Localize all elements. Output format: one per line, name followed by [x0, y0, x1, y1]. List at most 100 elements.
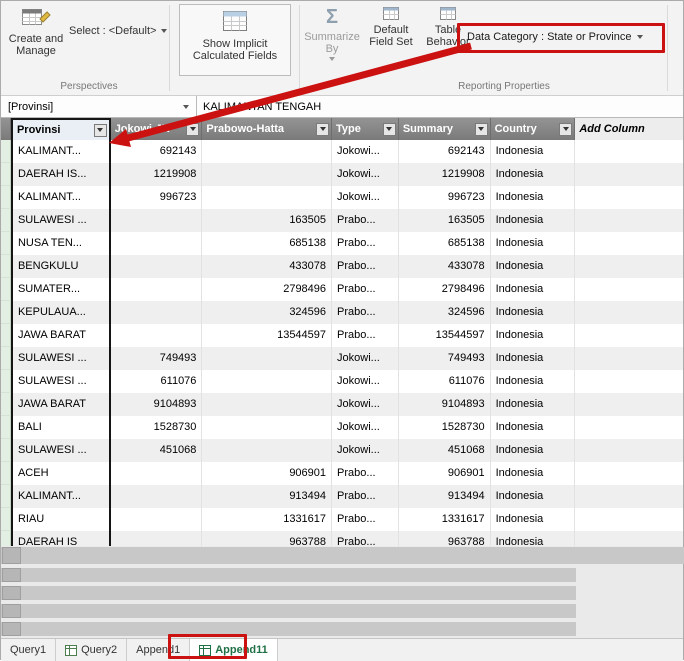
cell-summary[interactable]: 13544597 [399, 324, 491, 347]
cell-summary[interactable]: 2798496 [399, 278, 491, 301]
row-selector[interactable] [1, 140, 11, 163]
cell-country[interactable]: Indonesia [491, 439, 576, 462]
calc-row-header[interactable] [2, 622, 21, 636]
cell-add-column[interactable] [575, 531, 683, 546]
cell-provinsi[interactable]: KALIMANT... [11, 140, 111, 163]
cell-country[interactable]: Indonesia [491, 416, 576, 439]
cell-prabowo[interactable]: 913494 [202, 485, 332, 508]
cell-prabowo[interactable] [202, 370, 332, 393]
calc-row[interactable] [1, 586, 576, 600]
cell-summary[interactable]: 611076 [399, 370, 491, 393]
cell-type[interactable]: Prabo... [332, 462, 399, 485]
row-selector[interactable] [1, 163, 11, 186]
cell-country[interactable]: Indonesia [491, 140, 576, 163]
cell-jokowi[interactable]: 692143 [111, 140, 203, 163]
cell-add-column[interactable] [575, 508, 683, 531]
cell-country[interactable]: Indonesia [491, 278, 576, 301]
cell-type[interactable]: Prabo... [332, 485, 399, 508]
calc-row[interactable] [1, 604, 576, 618]
cell-summary[interactable]: 913494 [399, 485, 491, 508]
cell-jokowi[interactable]: 451068 [111, 439, 203, 462]
cell-add-column[interactable] [575, 324, 683, 347]
cell-provinsi[interactable]: DAERAH IS [11, 531, 111, 546]
cell-jokowi[interactable] [111, 301, 203, 324]
cell-prabowo[interactable]: 2798496 [202, 278, 332, 301]
cell-add-column[interactable] [575, 209, 683, 232]
cell-provinsi[interactable]: SULAWESI ... [11, 347, 111, 370]
row-selector[interactable] [1, 324, 11, 347]
cell-type[interactable]: Prabo... [332, 209, 399, 232]
sheet-tab-append1[interactable]: Append1 [127, 639, 190, 661]
cell-summary[interactable]: 906901 [399, 462, 491, 485]
cell-prabowo[interactable]: 163505 [202, 209, 332, 232]
cell-country[interactable]: Indonesia [491, 209, 576, 232]
cell-prabowo[interactable] [202, 416, 332, 439]
cell-jokowi[interactable]: 9104893 [111, 393, 203, 416]
cell-jokowi[interactable] [111, 462, 203, 485]
cell-summary[interactable]: 1528730 [399, 416, 491, 439]
row-selector[interactable] [1, 439, 11, 462]
cell-provinsi[interactable]: SULAWESI ... [11, 370, 111, 393]
cell-country[interactable]: Indonesia [491, 186, 576, 209]
cell-jokowi[interactable]: 996723 [111, 186, 203, 209]
cell-prabowo[interactable]: 433078 [202, 255, 332, 278]
cell-summary[interactable]: 451068 [399, 439, 491, 462]
row-selector[interactable] [1, 416, 11, 439]
create-and-manage-button[interactable]: Create and Manage [5, 6, 67, 57]
column-header-add-column[interactable]: Add Column [575, 118, 683, 140]
sheet-tab-append11[interactable]: Append11 [190, 639, 278, 661]
row-selector[interactable] [1, 531, 11, 546]
cell-type[interactable]: Prabo... [332, 531, 399, 546]
cell-type[interactable]: Prabo... [332, 278, 399, 301]
cell-type[interactable]: Prabo... [332, 301, 399, 324]
sheet-tab-query1[interactable]: Query1 [1, 639, 56, 661]
cell-summary[interactable]: 685138 [399, 232, 491, 255]
summarize-by-button[interactable]: Σ Summarize By [303, 6, 361, 61]
cell-provinsi[interactable]: JAWA BARAT [11, 393, 111, 416]
cell-country[interactable]: Indonesia [491, 255, 576, 278]
cell-type[interactable]: Jokowi... [332, 163, 399, 186]
perspective-select-dropdown[interactable]: Select : <Default> [69, 25, 167, 37]
cell-country[interactable]: Indonesia [491, 324, 576, 347]
cell-summary[interactable]: 1219908 [399, 163, 491, 186]
cell-provinsi[interactable]: KALIMANT... [11, 186, 111, 209]
cell-country[interactable]: Indonesia [491, 393, 576, 416]
cell-type[interactable]: Jokowi... [332, 140, 399, 163]
cell-type[interactable]: Jokowi... [332, 393, 399, 416]
cell-jokowi[interactable] [111, 255, 203, 278]
cell-provinsi[interactable]: KEPULAUA... [11, 301, 111, 324]
cell-provinsi[interactable]: ACEH [11, 462, 111, 485]
cell-provinsi[interactable]: SUMATER... [11, 278, 111, 301]
cell-prabowo[interactable] [202, 163, 332, 186]
cell-summary[interactable]: 163505 [399, 209, 491, 232]
filter-dropdown-icon[interactable] [475, 123, 488, 136]
cell-type[interactable]: Prabo... [332, 324, 399, 347]
default-field-set-button[interactable]: Default Field Set [363, 6, 419, 48]
column-header-country[interactable]: Country [491, 118, 576, 140]
cell-summary[interactable]: 996723 [399, 186, 491, 209]
calc-row[interactable] [1, 622, 576, 636]
row-selector[interactable] [1, 255, 11, 278]
row-selector[interactable] [1, 508, 11, 531]
cell-type[interactable]: Prabo... [332, 508, 399, 531]
filter-dropdown-icon[interactable] [316, 123, 329, 136]
select-all-corner[interactable] [1, 118, 11, 140]
cell-country[interactable]: Indonesia [491, 232, 576, 255]
filter-dropdown-icon[interactable] [94, 124, 107, 137]
column-header-summary[interactable]: Summary [399, 118, 491, 140]
cell-provinsi[interactable]: JAWA BARAT [11, 324, 111, 347]
cell-provinsi[interactable]: BALI [11, 416, 111, 439]
cell-jokowi[interactable] [111, 531, 203, 546]
cell-add-column[interactable] [575, 485, 683, 508]
cell-provinsi[interactable]: KALIMANT... [11, 485, 111, 508]
cell-add-column[interactable] [575, 186, 683, 209]
cell-summary[interactable]: 749493 [399, 347, 491, 370]
column-header-prabowo-hatta[interactable]: Prabowo-Hatta [202, 118, 332, 140]
cell-jokowi[interactable] [111, 508, 203, 531]
row-selector[interactable] [1, 278, 11, 301]
cell-prabowo[interactable]: 685138 [202, 232, 332, 255]
calc-row[interactable] [1, 568, 576, 582]
data-category-dropdown[interactable]: Data Category : State or Province [467, 31, 643, 43]
cell-prabowo[interactable] [202, 439, 332, 462]
cell-prabowo[interactable] [202, 140, 332, 163]
